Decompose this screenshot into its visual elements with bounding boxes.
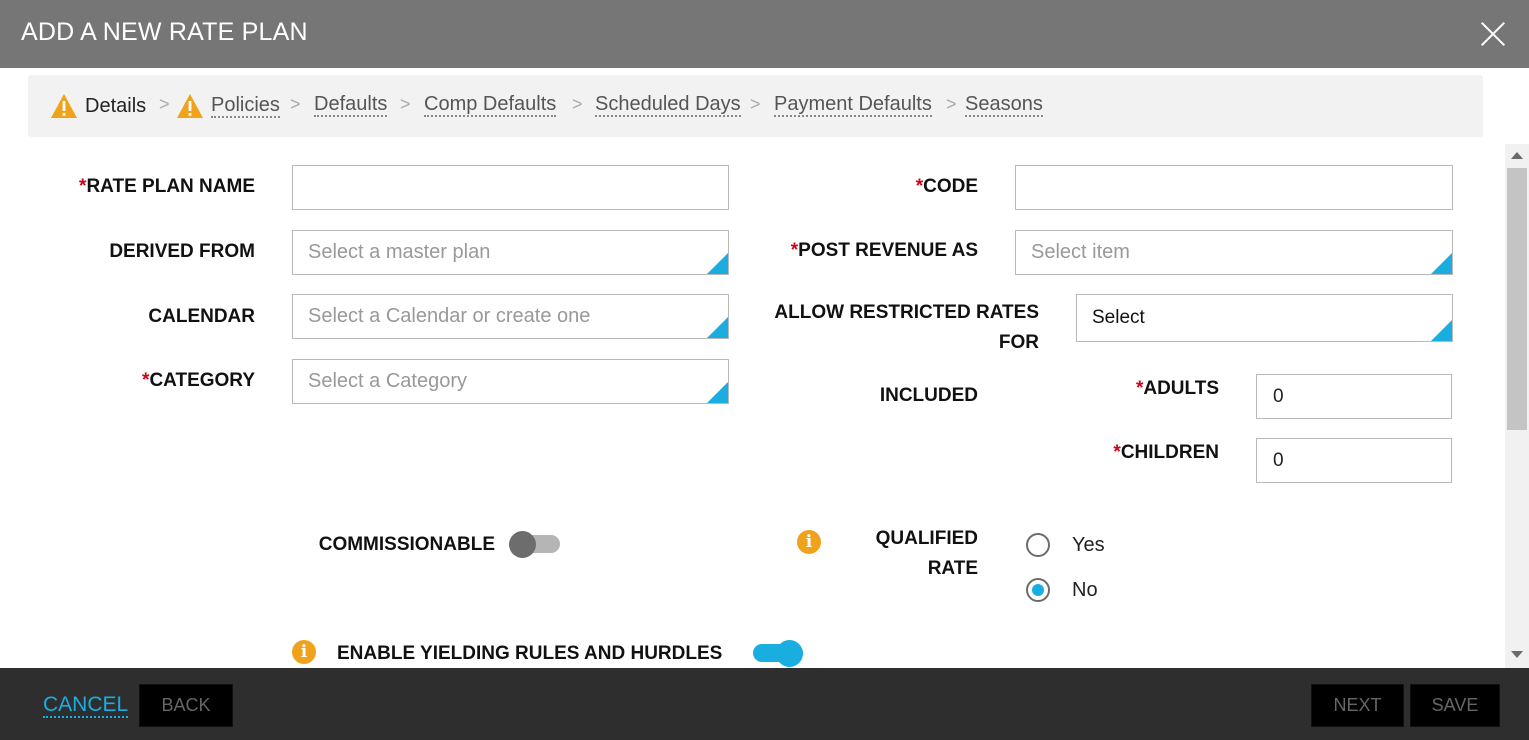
included-label: INCLUDED <box>879 385 978 406</box>
rate-plan-name-input[interactable] <box>292 165 729 210</box>
warning-icon <box>177 94 203 118</box>
qualified-rate-label: QUALIFIED RATE <box>875 528 978 579</box>
scroll-up-icon[interactable] <box>1511 152 1523 159</box>
rate-plan-name-label: *RATE PLAN NAME <box>79 176 255 197</box>
yielding-label: ENABLE YIELDING RULES AND HURDLES <box>337 643 723 664</box>
children-label: *CHILDREN <box>1113 442 1219 463</box>
step-breadcrumb: Details > Policies > Defaults > Comp Def… <box>28 75 1483 137</box>
qualified-rate-yes-label[interactable]: Yes <box>1072 534 1105 557</box>
post-revenue-as-placeholder: Select item <box>1031 241 1130 263</box>
step-scheduled-days[interactable]: Scheduled Days <box>595 93 741 117</box>
dropdown-corner-icon <box>707 382 728 403</box>
dropdown-corner-icon <box>1431 320 1452 341</box>
step-payment-defaults[interactable]: Payment Defaults <box>774 93 932 117</box>
step-label: Payment Defaults <box>774 93 932 117</box>
commissionable-toggle[interactable] <box>507 531 562 558</box>
step-label: Scheduled Days <box>595 93 741 117</box>
breadcrumb-separator: > <box>750 94 761 114</box>
yielding-toggle[interactable] <box>750 640 805 667</box>
allow-restricted-rates-label: ALLOW RESTRICTED RATES FOR <box>774 302 1039 353</box>
commissionable-label: COMMISSIONABLE <box>318 534 495 555</box>
step-label: Details <box>85 95 147 117</box>
dropdown-corner-icon <box>707 317 728 338</box>
qualified-rate-yes-radio[interactable] <box>1026 533 1050 557</box>
code-input[interactable] <box>1015 165 1453 210</box>
step-comp-defaults[interactable]: Comp Defaults <box>424 93 557 117</box>
derived-from-select[interactable]: Select a master plan <box>292 230 729 275</box>
calendar-select[interactable]: Select a Calendar or create one <box>292 294 729 339</box>
step-policies[interactable]: Policies <box>176 93 280 119</box>
calendar-placeholder: Select a Calendar or create one <box>308 305 591 327</box>
step-label: Defaults <box>314 93 388 117</box>
breadcrumb-separator: > <box>159 94 170 114</box>
next-button[interactable]: NEXT <box>1311 684 1404 727</box>
breadcrumb-separator: > <box>290 94 301 114</box>
allow-restricted-rates-value: Select <box>1092 307 1145 328</box>
save-button[interactable]: SAVE <box>1410 684 1500 727</box>
derived-from-label: DERIVED FROM <box>109 241 255 262</box>
adults-input[interactable]: 0 <box>1256 374 1452 419</box>
back-button[interactable]: BACK <box>139 684 233 727</box>
scroll-down-icon[interactable] <box>1511 651 1523 658</box>
category-select[interactable]: Select a Category <box>292 359 729 404</box>
toggle-knob <box>509 531 536 558</box>
info-icon[interactable]: i <box>292 640 316 664</box>
children-input[interactable]: 0 <box>1256 438 1452 483</box>
modal-footer: CANCEL BACK NEXT SAVE <box>0 668 1529 740</box>
dropdown-corner-icon <box>1431 253 1452 274</box>
modal-title: ADD A NEW RATE PLAN <box>21 18 308 46</box>
step-defaults[interactable]: Defaults <box>314 93 388 117</box>
step-details[interactable]: Details <box>50 93 146 119</box>
info-icon[interactable]: i <box>797 530 821 554</box>
post-revenue-as-select[interactable]: Select item <box>1015 230 1453 275</box>
modal-header: ADD A NEW RATE PLAN <box>0 0 1529 68</box>
derived-from-placeholder: Select a master plan <box>308 241 491 263</box>
breadcrumb-separator: > <box>400 94 411 114</box>
category-label: *CATEGORY <box>142 370 255 391</box>
allow-restricted-rates-select[interactable]: Select <box>1076 294 1453 342</box>
qualified-rate-no-label[interactable]: No <box>1072 579 1098 602</box>
breadcrumb-separator: > <box>946 94 957 114</box>
step-label: Comp Defaults <box>424 93 557 117</box>
toggle-knob <box>776 640 803 667</box>
step-seasons[interactable]: Seasons <box>965 93 1043 117</box>
post-revenue-as-label: *POST REVENUE AS <box>790 240 978 261</box>
calendar-label: CALENDAR <box>148 306 255 327</box>
breadcrumb-separator: > <box>572 94 583 114</box>
close-icon[interactable] <box>1480 21 1506 47</box>
warning-icon <box>51 94 77 118</box>
adults-label: *ADULTS <box>1135 378 1219 399</box>
step-label: Policies <box>211 94 280 118</box>
scrollbar-thumb[interactable] <box>1507 168 1527 430</box>
cancel-button[interactable]: CANCEL <box>43 694 129 718</box>
category-placeholder: Select a Category <box>308 370 467 392</box>
dropdown-corner-icon <box>707 253 728 274</box>
qualified-rate-no-radio[interactable] <box>1026 578 1050 602</box>
code-label: *CODE <box>915 176 978 197</box>
step-label: Seasons <box>965 93 1043 117</box>
